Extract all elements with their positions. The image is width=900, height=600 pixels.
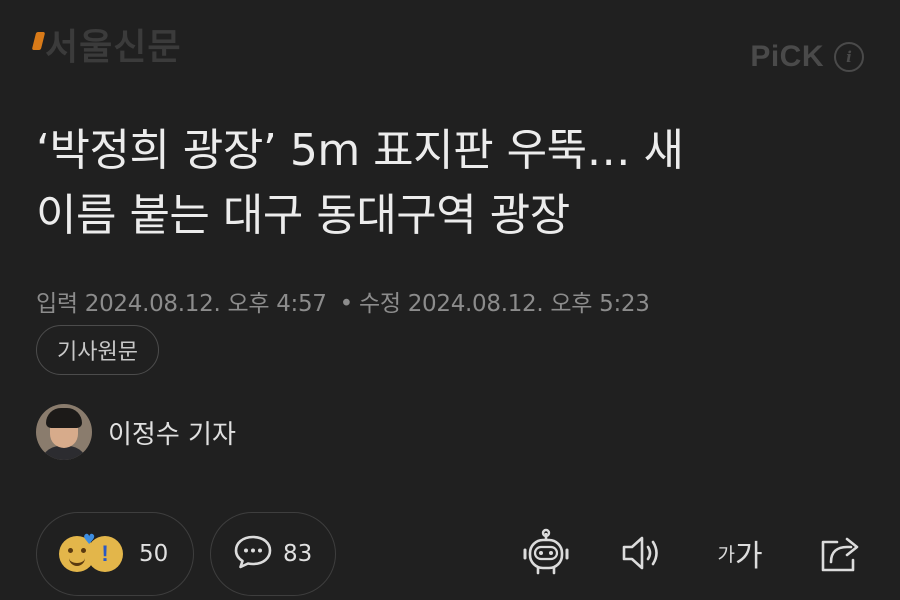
reaction-count: 50 <box>139 541 169 567</box>
article-title-line1: ‘박정희 광장’ 5m 표지판 우뚝… 새 <box>36 125 684 176</box>
article-meta: 입력 2024.08.12. 오후 4:57 • 수정 2024.08.12. 오… <box>36 284 650 318</box>
font-size-large-label: 가 <box>734 539 763 574</box>
press-logo[interactable]: 서울신문 <box>31 26 182 68</box>
font-size-icon[interactable]: 가가 <box>712 528 768 578</box>
comment-icon <box>233 534 273 574</box>
logo-mark-icon <box>31 32 46 50</box>
article-page: 서울신문 PiCK i ‘박정희 광장’ 5m 표지판 우뚝… 새 이름 붙는 … <box>0 0 900 600</box>
input-label: 입력 <box>36 291 78 317</box>
pick-badge[interactable]: PiCK i <box>750 40 864 74</box>
original-article-button[interactable]: 기사원문 <box>36 325 159 375</box>
reporter-info[interactable]: 이정수 기자 <box>36 404 236 460</box>
speaker-icon[interactable] <box>617 528 667 578</box>
reaction-emoji-icon: ! ♥ <box>59 532 125 574</box>
press-name: 서울신문 <box>45 26 182 68</box>
article-title: ‘박정희 광장’ 5m 표지판 우뚝… 새 이름 붙는 대구 동대구역 광장 <box>36 118 866 248</box>
info-icon[interactable]: i <box>834 42 864 72</box>
reaction-button[interactable]: ! ♥ 50 <box>36 512 194 596</box>
reporter-name[interactable]: 이정수 기자 <box>108 414 236 451</box>
comment-button[interactable]: 83 <box>210 512 336 596</box>
meta-separator: • <box>339 291 354 317</box>
pick-label: PiCK <box>750 40 824 73</box>
modified-label: 수정 <box>358 291 401 317</box>
comment-count: 83 <box>283 541 313 567</box>
reporter-avatar[interactable] <box>36 404 92 460</box>
modified-datetime: 2024.08.12. 오후 5:23 <box>407 291 650 317</box>
article-title-line2: 이름 붙는 대구 동대구역 광장 <box>36 190 570 241</box>
font-size-small-label: 가 <box>717 543 735 566</box>
robot-summary-icon[interactable] <box>521 528 571 578</box>
input-datetime: 2024.08.12. 오후 4:57 <box>84 291 327 317</box>
share-icon[interactable] <box>815 528 865 578</box>
